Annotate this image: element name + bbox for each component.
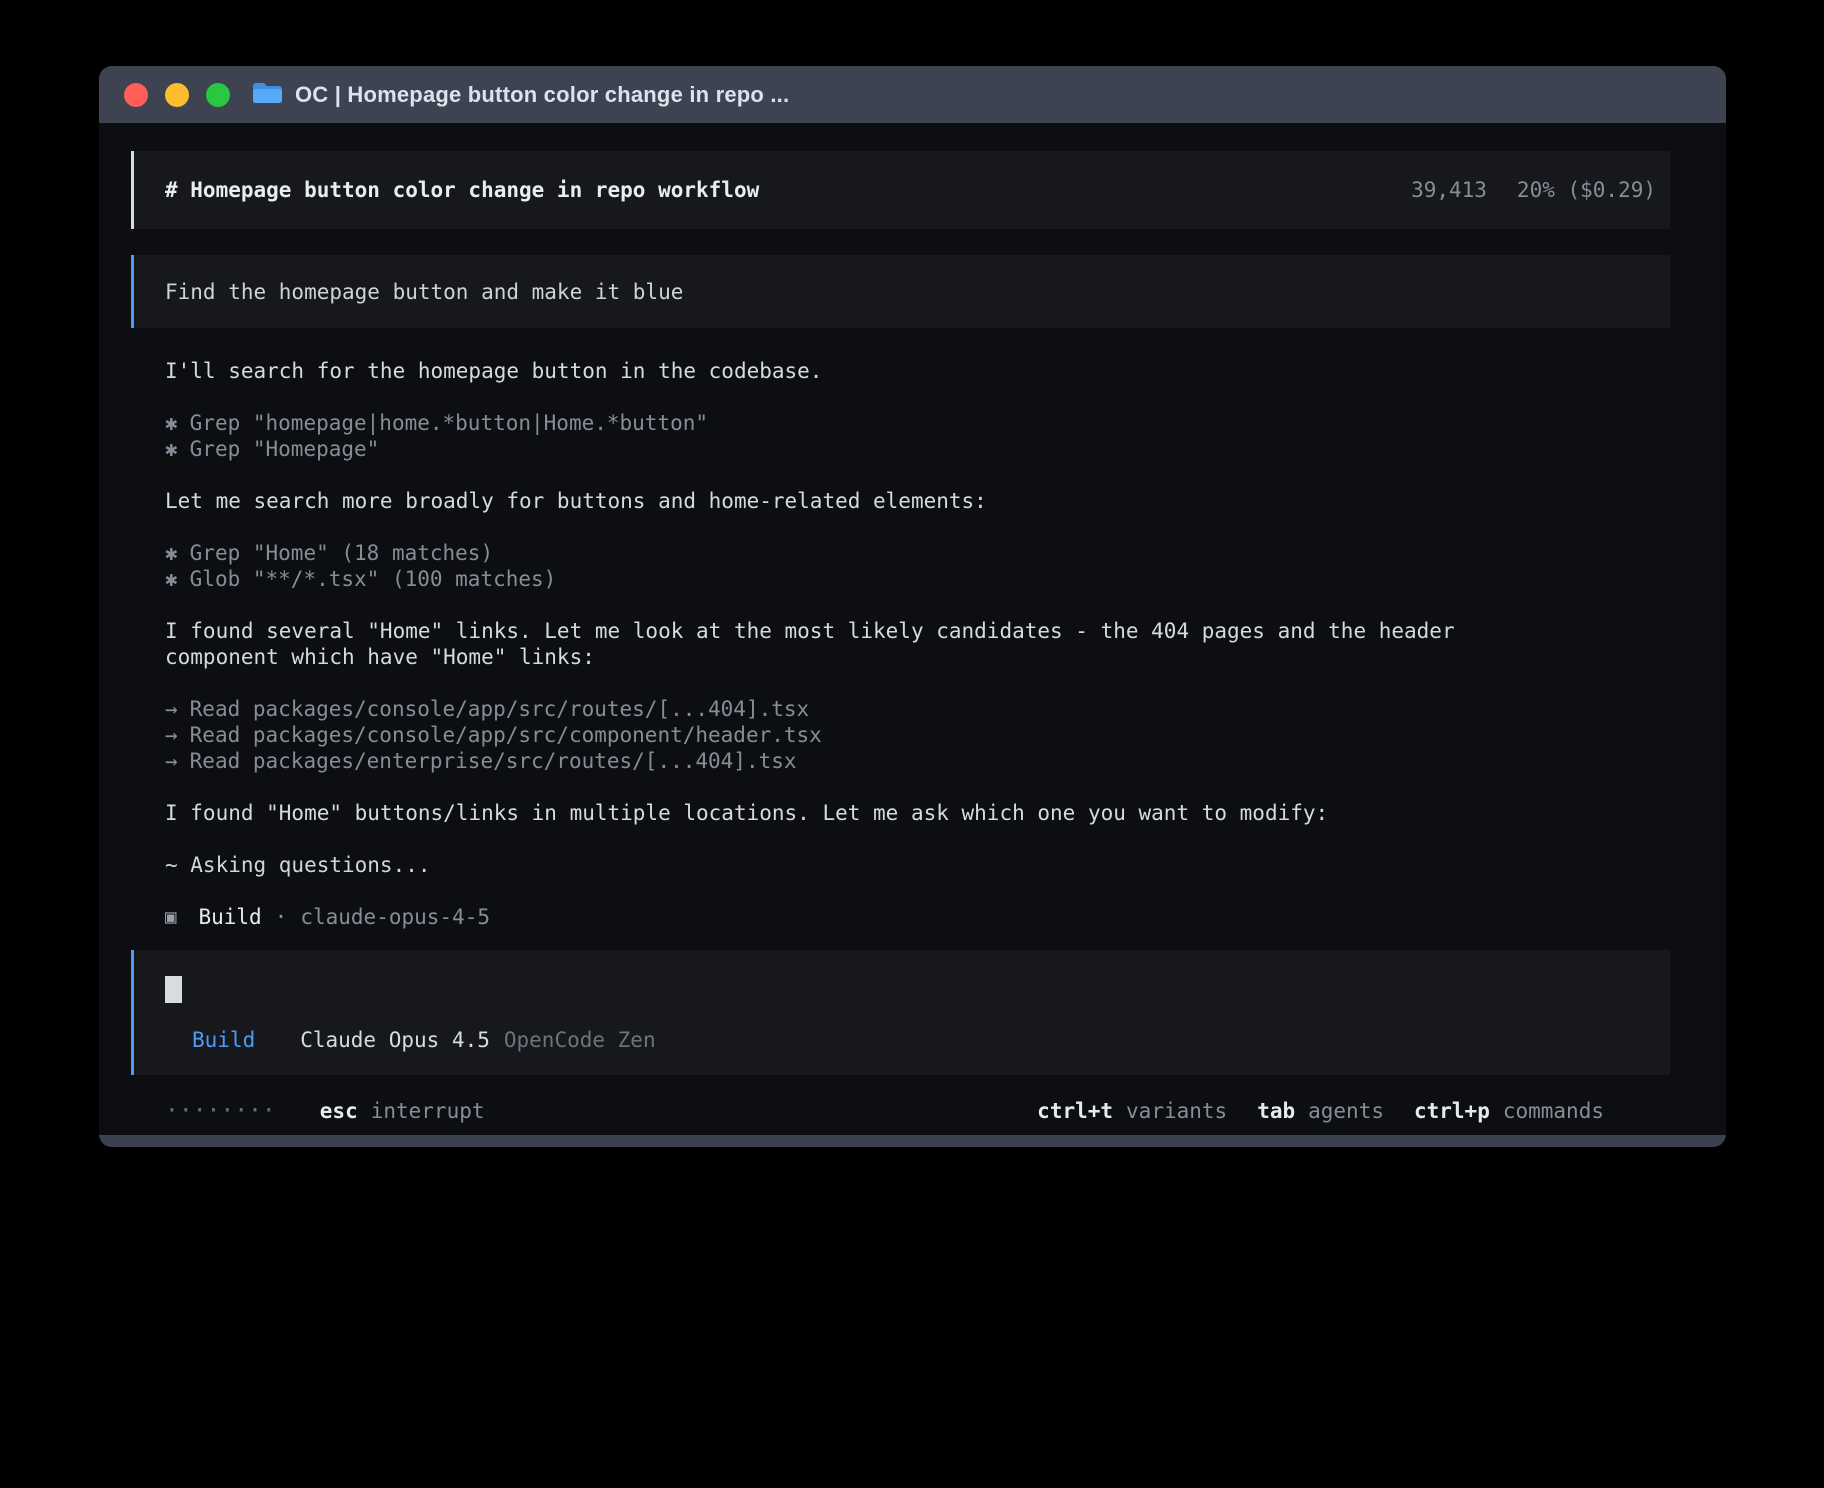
tool-call-group: ✱ Grep "homepage|home.*button|Home.*butto… <box>165 410 1670 462</box>
status-bar: ········ esc interrupt ctrl+t variants t… <box>131 1098 1670 1124</box>
terminal-content: # Homepage button color change in repo w… <box>99 123 1726 1124</box>
agent-mode-label: Build <box>192 1027 255 1053</box>
close-button[interactable] <box>124 83 148 107</box>
window-bottom-edge <box>99 1135 1726 1147</box>
asking-status: ~ Asking questions... <box>165 852 1670 878</box>
session-stats: 39,413 20% ($0.29) <box>1411 177 1656 203</box>
read-call: → Read packages/console/app/src/component… <box>165 722 1670 748</box>
tool-label: Grep "Home" (18 matches) <box>190 541 493 565</box>
asterisk-icon: ✱ <box>165 410 178 436</box>
arrow-right-icon: → <box>165 722 178 748</box>
assistant-text: I found "Home" buttons/links in multiple… <box>165 800 1475 826</box>
text-cursor <box>165 976 182 1003</box>
terminal-window: OC | Homepage button color change in rep… <box>99 66 1726 1147</box>
tool-call: ✱ Grep "Homepage" <box>165 436 1670 462</box>
traffic-lights <box>124 83 230 107</box>
arrow-right-icon: → <box>165 696 178 722</box>
tool-call: ✱ Grep "Home" (18 matches) <box>165 540 1670 566</box>
shortcut-label: variants <box>1126 1098 1227 1124</box>
shortcut-commands: ctrl+p commands <box>1414 1098 1604 1124</box>
assistant-text: Let me search more broadly for buttons a… <box>165 488 1475 514</box>
read-call: → Read packages/console/app/src/routes/[.… <box>165 696 1670 722</box>
shortcut-label: agents <box>1308 1098 1384 1124</box>
tool-call: ✱ Grep "homepage|home.*button|Home.*butto… <box>165 410 1670 436</box>
session-header: # Homepage button color change in repo w… <box>131 151 1670 229</box>
read-call: → Read packages/enterprise/src/routes/[..… <box>165 748 1670 774</box>
read-label: Read packages/console/app/src/component/… <box>190 723 822 747</box>
asterisk-icon: ✱ <box>165 436 178 462</box>
arrow-right-icon: → <box>165 748 178 774</box>
shortcut-key: ctrl+p <box>1414 1098 1490 1124</box>
shortcut-agents: tab agents <box>1257 1098 1384 1124</box>
shortcut-interrupt: esc interrupt <box>320 1098 485 1124</box>
user-message: Find the homepage button and make it blu… <box>131 255 1670 328</box>
shortcut-label: interrupt <box>371 1098 485 1124</box>
zoom-button[interactable] <box>206 83 230 107</box>
shortcut-variants: ctrl+t variants <box>1037 1098 1227 1124</box>
prompt-input[interactable]: Build Claude Opus 4.5 OpenCode Zen <box>131 950 1670 1075</box>
read-label: Read packages/console/app/src/routes/[..… <box>190 697 810 721</box>
folder-icon <box>252 81 282 109</box>
shortcut-key: tab <box>1257 1098 1295 1124</box>
agent-separator: · <box>275 904 288 930</box>
assistant-text: I found several "Home" links. Let me loo… <box>165 618 1475 670</box>
agent-model: claude-opus-4-5 <box>300 904 490 930</box>
loading-spinner: ········ <box>165 1098 276 1124</box>
minimize-button[interactable] <box>165 83 189 107</box>
tool-label: Grep "homepage|home.*button|Home.*button… <box>190 411 708 435</box>
titlebar: OC | Homepage button color change in rep… <box>99 66 1726 123</box>
asterisk-icon: ✱ <box>165 566 178 592</box>
read-label: Read packages/enterprise/src/routes/[...… <box>190 749 797 773</box>
tool-call-group: ✱ Grep "Home" (18 matches) ✱ Glob "**/*.ts… <box>165 540 1670 592</box>
agent-badge: ▣ Build · claude-opus-4-5 <box>165 904 1670 930</box>
asterisk-icon: ✱ <box>165 540 178 566</box>
assistant-text: I'll search for the homepage button in t… <box>165 358 1475 384</box>
read-call-group: → Read packages/console/app/src/routes/[.… <box>165 696 1670 774</box>
shortcut-key: esc <box>320 1098 358 1124</box>
assistant-response: I'll search for the homepage button in t… <box>131 358 1670 930</box>
shortcut-key: ctrl+t <box>1037 1098 1113 1124</box>
input-footer: Build Claude Opus 4.5 OpenCode Zen <box>165 1027 1646 1053</box>
token-count: 39,413 <box>1411 177 1487 203</box>
user-message-text: Find the homepage button and make it blu… <box>165 279 683 305</box>
tool-label: Glob "**/*.tsx" (100 matches) <box>190 567 557 591</box>
tool-call: ✱ Glob "**/*.tsx" (100 matches) <box>165 566 1670 592</box>
context-cost: 20% ($0.29) <box>1517 177 1656 203</box>
agent-square-icon: ▣ <box>165 904 176 930</box>
window-title: OC | Homepage button color change in rep… <box>295 82 789 108</box>
provider-label: OpenCode Zen <box>504 1027 656 1053</box>
shortcut-label: commands <box>1503 1098 1604 1124</box>
agent-name: Build <box>198 904 261 930</box>
window-title-group: OC | Homepage button color change in rep… <box>252 81 789 109</box>
session-title: # Homepage button color change in repo w… <box>165 177 759 203</box>
tool-label: Grep "Homepage" <box>190 437 380 461</box>
model-label: Claude Opus 4.5 <box>300 1027 490 1053</box>
